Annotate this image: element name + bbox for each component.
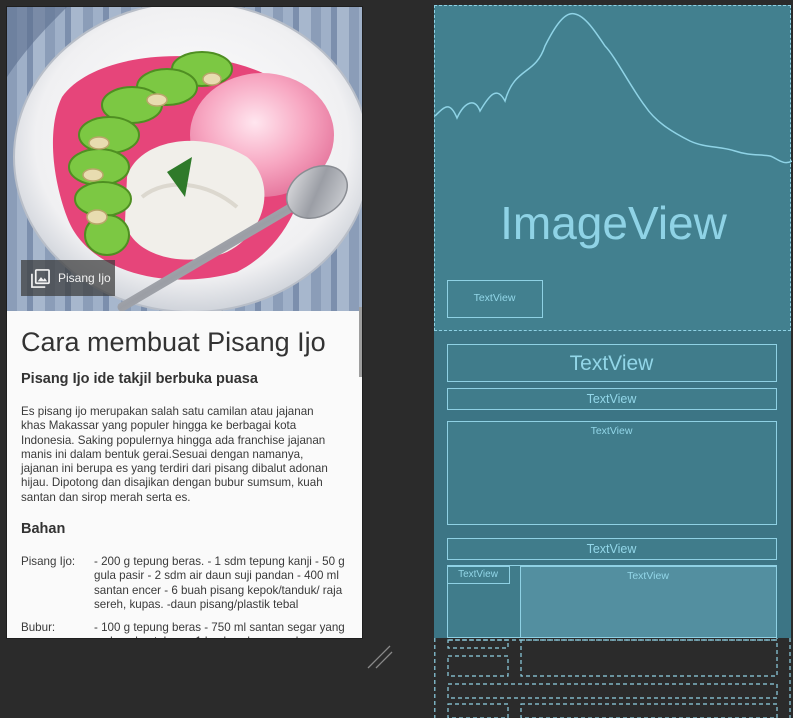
photo-library-icon	[31, 268, 50, 288]
blueprint-ingredient-value-textview[interactable]: TextView	[520, 566, 777, 638]
textview-label: TextView	[569, 352, 654, 375]
textview-label: TextView	[590, 425, 633, 437]
image-caption-text: Pisang Ijo	[58, 271, 111, 285]
textview-label: TextView	[627, 570, 669, 582]
textview-label: TextView	[586, 542, 637, 556]
ingredient-value: - 100 g tepung beras - 750 ml santan seg…	[94, 621, 345, 638]
ingredient-value: - 200 g tepung beras. - 1 sdm tepung kan…	[94, 555, 345, 611]
blueprint-heading-textview[interactable]: TextView	[447, 538, 777, 560]
blueprint-caption-textview[interactable]: TextView	[447, 280, 543, 318]
ingredient-label: Pisang Ijo:	[21, 555, 76, 568]
blueprint-view[interactable]: ImageView TextView TextView TextView Tex…	[434, 5, 792, 638]
image-caption-chip: Pisang Ijo	[21, 260, 115, 296]
recipe-description: Es pisang ijo merupakan salah satu camil…	[21, 405, 328, 504]
blueprint-ingredient-label-textview[interactable]: TextView	[447, 566, 510, 584]
recipe-title: Cara membuat Pisang Ijo	[21, 327, 326, 357]
textview-label: TextView	[473, 292, 516, 304]
textview-label: TextView	[586, 392, 637, 406]
blueprint-title-textview[interactable]: TextView	[447, 344, 777, 382]
blueprint-subtitle-textview[interactable]: TextView	[447, 388, 777, 410]
recipe-image[interactable]: Pisang Ijo	[7, 7, 362, 311]
textview-label: TextView	[458, 569, 498, 580]
ingredients-heading: Bahan	[21, 521, 66, 537]
ingredient-label: Bubur:	[21, 621, 56, 634]
recipe-subtitle: Pisang Ijo ide takjil berbuka puasa	[21, 371, 258, 387]
imageview-label: ImageView	[500, 197, 727, 249]
design-preview[interactable]: Pisang Ijo Cara membuat Pisang Ijo Pisan…	[7, 7, 362, 638]
blueprint-description-textview[interactable]: TextView	[447, 421, 777, 525]
scrollbar[interactable]	[359, 307, 362, 377]
blueprint-overflow-outlines	[434, 638, 791, 718]
resize-handle-icon[interactable]	[366, 642, 394, 670]
